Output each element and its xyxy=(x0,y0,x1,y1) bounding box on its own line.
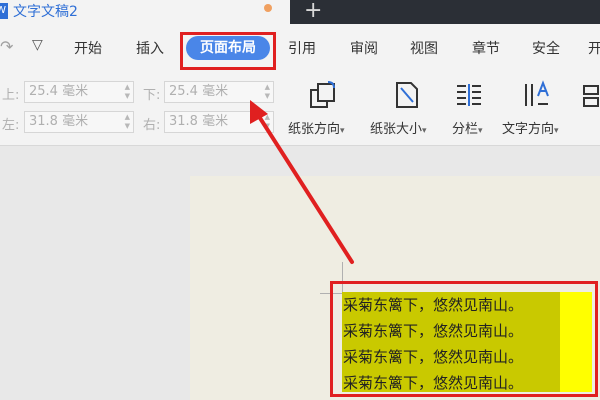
tab-sections[interactable]: 章节 xyxy=(472,38,500,58)
top-margin-label: 上: xyxy=(2,88,20,103)
text-direction-button[interactable]: 文字方向▾ xyxy=(502,118,559,137)
paper-orientation-button[interactable]: 纸张方向▾ xyxy=(288,118,345,137)
paper-size-button[interactable]: 纸张大小▾ xyxy=(370,118,427,137)
left-margin-input[interactable]: 31.8 毫米 ▲ ▼ xyxy=(24,111,134,133)
left-margin-label: 左: xyxy=(2,118,20,133)
document-icon: W xyxy=(0,3,8,19)
tab-home[interactable]: 开始 xyxy=(74,38,102,58)
text-direction-icon[interactable] xyxy=(522,80,552,110)
quick-access-dropdown-icon[interactable]: ▽ xyxy=(32,37,43,53)
bottom-margin-input[interactable]: 25.4 毫米 ▲ ▼ xyxy=(164,81,274,103)
right-margin-input[interactable]: 31.8 毫米 ▲ ▼ xyxy=(164,111,274,133)
chevron-down-icon: ▾ xyxy=(554,126,559,136)
top-margin-input[interactable]: 25.4 毫米 ▲ ▼ xyxy=(24,81,134,103)
right-margin-label: 右: xyxy=(143,118,161,133)
chevron-down-icon: ▾ xyxy=(340,126,345,136)
unsaved-indicator-icon xyxy=(264,4,272,12)
annotation-box-page-layout xyxy=(180,32,276,70)
tab-insert[interactable]: 插入 xyxy=(136,38,164,58)
left-margin-value: 31.8 毫米 xyxy=(29,114,89,129)
chevron-down-icon: ▾ xyxy=(478,126,483,136)
text-direction-label: 文字方向 xyxy=(502,122,555,137)
tab-review[interactable]: 审阅 xyxy=(350,38,378,58)
paper-orientation-label: 纸张方向 xyxy=(288,122,341,137)
document-tab[interactable]: W 文字文稿2 xyxy=(0,0,290,24)
bottom-margin-stepper-icon[interactable]: ▲ ▼ xyxy=(265,83,270,101)
ribbon-menu-bar: ↷ ▽ 开始 插入 引用 审阅 视图 章节 安全 开 xyxy=(0,24,600,70)
right-margin-stepper-icon[interactable]: ▲ ▼ xyxy=(265,113,270,131)
top-margin-value: 25.4 毫米 xyxy=(29,84,89,99)
new-tab-button[interactable]: + xyxy=(304,0,322,23)
paper-size-label: 纸张大小 xyxy=(370,122,423,137)
bottom-margin-value: 25.4 毫米 xyxy=(169,84,229,99)
paper-size-icon[interactable] xyxy=(392,80,422,110)
right-margin-value: 31.8 毫米 xyxy=(169,114,229,129)
columns-icon[interactable] xyxy=(454,80,484,110)
document-title: 文字文稿2 xyxy=(13,4,78,20)
paper-orientation-icon[interactable] xyxy=(308,80,338,110)
more-tools-icon[interactable] xyxy=(582,80,600,110)
columns-button[interactable]: 分栏▾ xyxy=(452,118,483,137)
annotation-box-text xyxy=(330,281,598,397)
columns-label: 分栏 xyxy=(452,122,479,137)
chevron-down-icon: ▾ xyxy=(422,126,427,136)
tab-more[interactable]: 开 xyxy=(588,38,600,58)
bottom-margin-label: 下: xyxy=(143,88,161,103)
tab-security[interactable]: 安全 xyxy=(532,38,560,58)
redo-icon[interactable]: ↷ xyxy=(0,37,13,56)
tab-view[interactable]: 视图 xyxy=(410,38,438,58)
left-margin-stepper-icon[interactable]: ▲ ▼ xyxy=(125,113,130,131)
tab-references[interactable]: 引用 xyxy=(288,38,316,58)
top-margin-stepper-icon[interactable]: ▲ ▼ xyxy=(125,83,130,101)
